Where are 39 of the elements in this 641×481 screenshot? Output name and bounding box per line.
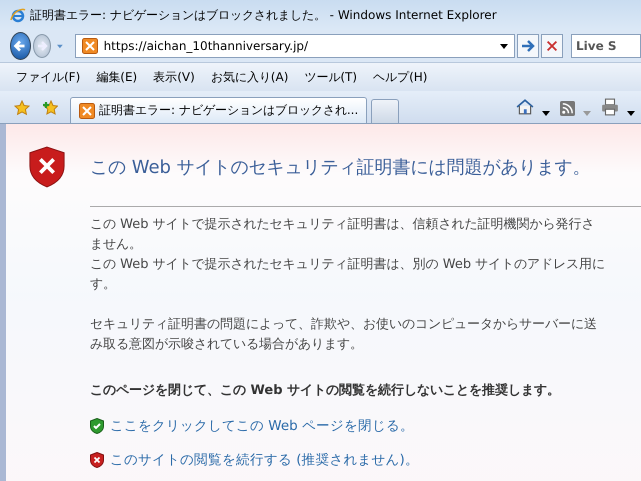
home-icon[interactable] [516,98,534,116]
menu-item[interactable]: ヘルプ(H) [373,68,428,86]
close-icon [544,39,559,53]
caret-icon[interactable] [627,111,635,116]
menu-item[interactable]: 編集(E) [96,68,138,86]
paragraph-line: セキュリティ証明書の問題によって、詐欺や、お使いのコンピュータからサーバーに送 [90,316,598,334]
star-icon[interactable] [14,100,30,116]
browser-tab[interactable]: 証明書エラー: ナビゲーションはブロックされ... [70,97,368,123]
menu-item[interactable]: お気に入り(A) [210,68,288,86]
site-icon [79,102,95,118]
paragraph-line: み取る意図が示唆されている場合があります。 [90,336,364,354]
feed-icon[interactable] [560,101,575,116]
paragraph-line: ません。 [90,236,143,254]
browser-logo-icon [10,7,26,23]
page-heading: この Web サイトのセキュリティ証明書には問題があります。 [90,156,591,179]
back-button[interactable] [10,32,31,60]
site-icon [82,38,98,54]
check-shield-icon [90,418,104,434]
menu-item[interactable]: 表示(V) [153,68,195,86]
dropdown-caret-icon[interactable] [500,44,508,48]
menu-item[interactable]: ファイル(F) [16,68,80,86]
paragraph-line: この Web サイトで提示されたセキュリティ証明書は、信頼された証明機関から発行さ [90,216,596,234]
error-shield-icon [90,452,104,468]
paragraph-line: この Web サイトで提示されたセキュリティ証明書は、別の Web サイトのアドレス用に [90,256,606,274]
caret-icon[interactable] [542,111,550,116]
go-button[interactable] [516,34,539,58]
page-link[interactable]: このサイトの閲覧を続行する (推奨されません)。 [110,451,419,469]
arrow-icon [520,38,536,54]
window-title: 証明書エラー: ナビゲーションはブロックされました。 - Windows Internet Explorer [30,6,497,24]
error-shield-icon [28,146,66,188]
paragraph-line: す。 [90,276,117,294]
recommendation-text: このページを閉じて、この Web サイトの閲覧を続行しないことを推奨します。 [90,382,562,399]
add-star-icon[interactable] [42,100,58,116]
stop-button[interactable] [540,34,563,58]
address-field[interactable]: https://aichan_10thanniversary.jp/ [74,34,515,58]
printer-icon[interactable] [601,98,619,116]
search-field[interactable]: Live S [571,34,641,58]
menu-item[interactable]: ツール(T) [304,68,358,86]
page-link[interactable]: ここをクリックしてこの Web ページを閉じる。 [110,417,414,435]
